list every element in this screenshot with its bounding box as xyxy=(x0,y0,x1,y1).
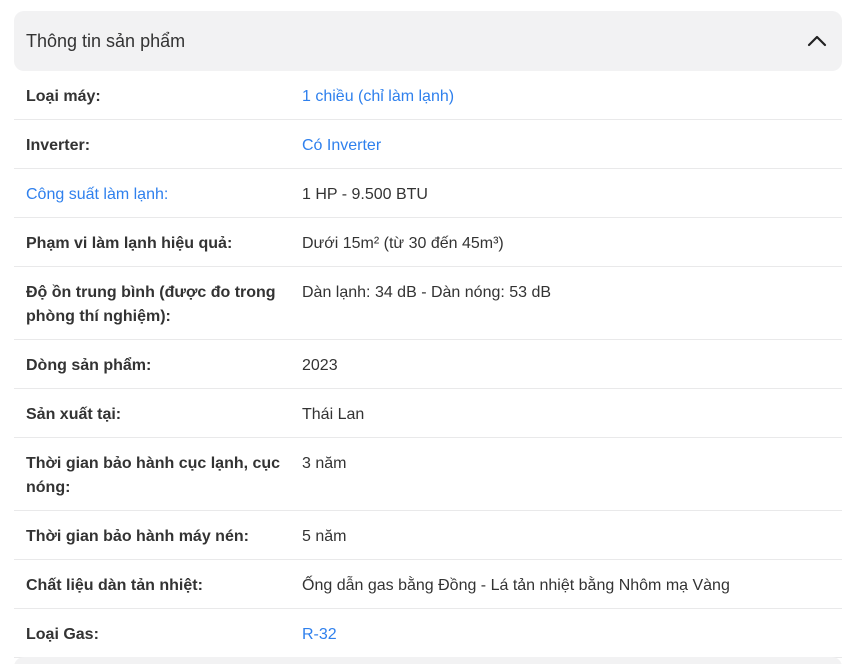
spec-value[interactable]: Có Inverter xyxy=(302,134,830,168)
spec-value: Thái Lan xyxy=(302,406,365,423)
product-info-panel: Thông tin sản phẩm Loại máy: 1 chiều (chỉ… xyxy=(14,11,842,658)
spec-row: Thời gian bảo hành máy nén: 5 năm xyxy=(14,511,842,560)
spec-label[interactable]: Công suất làm lạnh: xyxy=(26,183,302,217)
spec-row: Inverter: Có Inverter xyxy=(14,120,842,169)
spec-label: Sản xuất tại: xyxy=(26,406,122,423)
spec-label: Inverter: xyxy=(26,137,91,154)
spec-value: 5 năm xyxy=(302,528,347,545)
spec-label: Thời gian bảo hành cục lạnh, cục nóng: xyxy=(26,455,281,496)
spec-value: 2023 xyxy=(302,357,338,374)
next-section-header[interactable] xyxy=(14,657,842,664)
spec-row: Dòng sản phẩm: 2023 xyxy=(14,340,842,389)
spec-label: Chất liệu dàn tản nhiệt: xyxy=(26,577,203,594)
spec-row: Công suất làm lạnh: 1 HP - 9.500 BTU xyxy=(14,169,842,218)
spec-label: Phạm vi làm lạnh hiệu quả: xyxy=(26,235,233,252)
spec-value[interactable]: 1 chiều (chỉ làm lạnh) xyxy=(302,85,830,119)
spec-label: Loại máy: xyxy=(26,88,101,105)
spec-list: Loại máy: 1 chiều (chỉ làm lạnh) Inverter:… xyxy=(14,71,842,658)
spec-value: Ống dẫn gas bằng Đồng - Lá tản nhiệt bằn… xyxy=(302,577,730,594)
product-info-header[interactable]: Thông tin sản phẩm xyxy=(14,11,842,71)
spec-value[interactable]: R-32 xyxy=(302,623,830,657)
spec-value: 3 năm xyxy=(302,455,347,472)
spec-row: Loại Gas: R-32 xyxy=(14,609,842,658)
spec-value: 1 HP - 9.500 BTU xyxy=(302,186,428,203)
panel-title: Thông tin sản phẩm xyxy=(26,30,186,51)
spec-row: Phạm vi làm lạnh hiệu quả: Dưới 15m² (từ … xyxy=(14,218,842,267)
spec-row: Thời gian bảo hành cục lạnh, cục nóng: 3 … xyxy=(14,438,842,511)
spec-row: Chất liệu dàn tản nhiệt: Ống dẫn gas bằng… xyxy=(14,560,842,609)
spec-label: Độ ồn trung bình (được đo trong phòng th… xyxy=(26,284,276,325)
spec-row: Sản xuất tại: Thái Lan xyxy=(14,389,842,438)
spec-label: Thời gian bảo hành máy nén: xyxy=(26,528,249,545)
spec-value: Dàn lạnh: 34 dB - Dàn nóng: 53 dB xyxy=(302,284,552,301)
spec-value: Dưới 15m² (từ 30 đến 45m³) xyxy=(302,235,504,252)
spec-row: Loại máy: 1 chiều (chỉ làm lạnh) xyxy=(14,71,842,120)
spec-label: Loại Gas: xyxy=(26,626,99,643)
chevron-up-icon[interactable] xyxy=(806,30,828,52)
spec-row: Độ ồn trung bình (được đo trong phòng th… xyxy=(14,267,842,340)
spec-label: Dòng sản phẩm: xyxy=(26,357,152,374)
